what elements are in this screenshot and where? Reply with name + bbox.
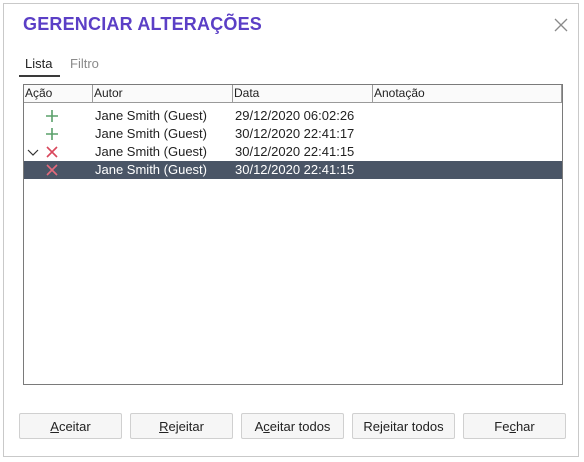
table-row[interactable]: Jane Smith (Guest) 30/12/2020 22:41:15 [24, 143, 562, 161]
chevron-down-icon[interactable] [27, 146, 39, 158]
row-author: Jane Smith (Guest) [95, 108, 207, 123]
accept-all-button[interactable]: Aceitar todos [241, 413, 344, 439]
column-header-note[interactable]: Anotação [373, 85, 562, 103]
close-button[interactable]: Fechar [463, 413, 566, 439]
plus-icon [45, 109, 59, 123]
row-date: 30/12/2020 22:41:17 [235, 126, 355, 141]
row-date: 30/12/2020 22:41:15 [235, 144, 355, 159]
tab-filtro[interactable]: Filtro [70, 56, 99, 71]
cross-icon [45, 163, 59, 177]
tab-lista[interactable]: Lista [25, 56, 52, 71]
changes-list[interactable]: Ação Autor Data Anotação Jane Smith (Gue… [23, 84, 563, 385]
cross-icon [45, 145, 59, 159]
table-row[interactable]: Jane Smith (Guest) 30/12/2020 22:41:15 [24, 161, 562, 179]
column-header-author[interactable]: Autor [93, 85, 233, 103]
row-date: 30/12/2020 22:41:15 [235, 162, 355, 177]
accept-button[interactable]: Aceitar [19, 413, 122, 439]
row-author: Jane Smith (Guest) [95, 162, 207, 177]
table-row[interactable]: Jane Smith (Guest) 30/12/2020 22:41:17 [24, 125, 562, 143]
row-date: 29/12/2020 06:02:26 [235, 108, 355, 123]
row-author: Jane Smith (Guest) [95, 144, 207, 159]
dialog-title: GERENCIAR ALTERAÇÕES [23, 14, 263, 34]
row-author: Jane Smith (Guest) [95, 126, 207, 141]
column-header-date[interactable]: Data [233, 85, 373, 103]
close-icon[interactable] [552, 16, 570, 34]
list-header: Ação Autor Data Anotação [24, 85, 562, 104]
table-row[interactable]: Jane Smith (Guest) 29/12/2020 06:02:26 [24, 107, 562, 125]
reject-button[interactable]: Rejeitar [130, 413, 233, 439]
manage-changes-dialog: GERENCIAR ALTERAÇÕES Lista Filtro Ação A… [3, 3, 579, 457]
column-header-action[interactable]: Ação [24, 85, 93, 103]
reject-all-button[interactable]: Rejeitar todos [352, 413, 455, 439]
plus-icon [45, 127, 59, 141]
active-tab-indicator [19, 75, 60, 77]
